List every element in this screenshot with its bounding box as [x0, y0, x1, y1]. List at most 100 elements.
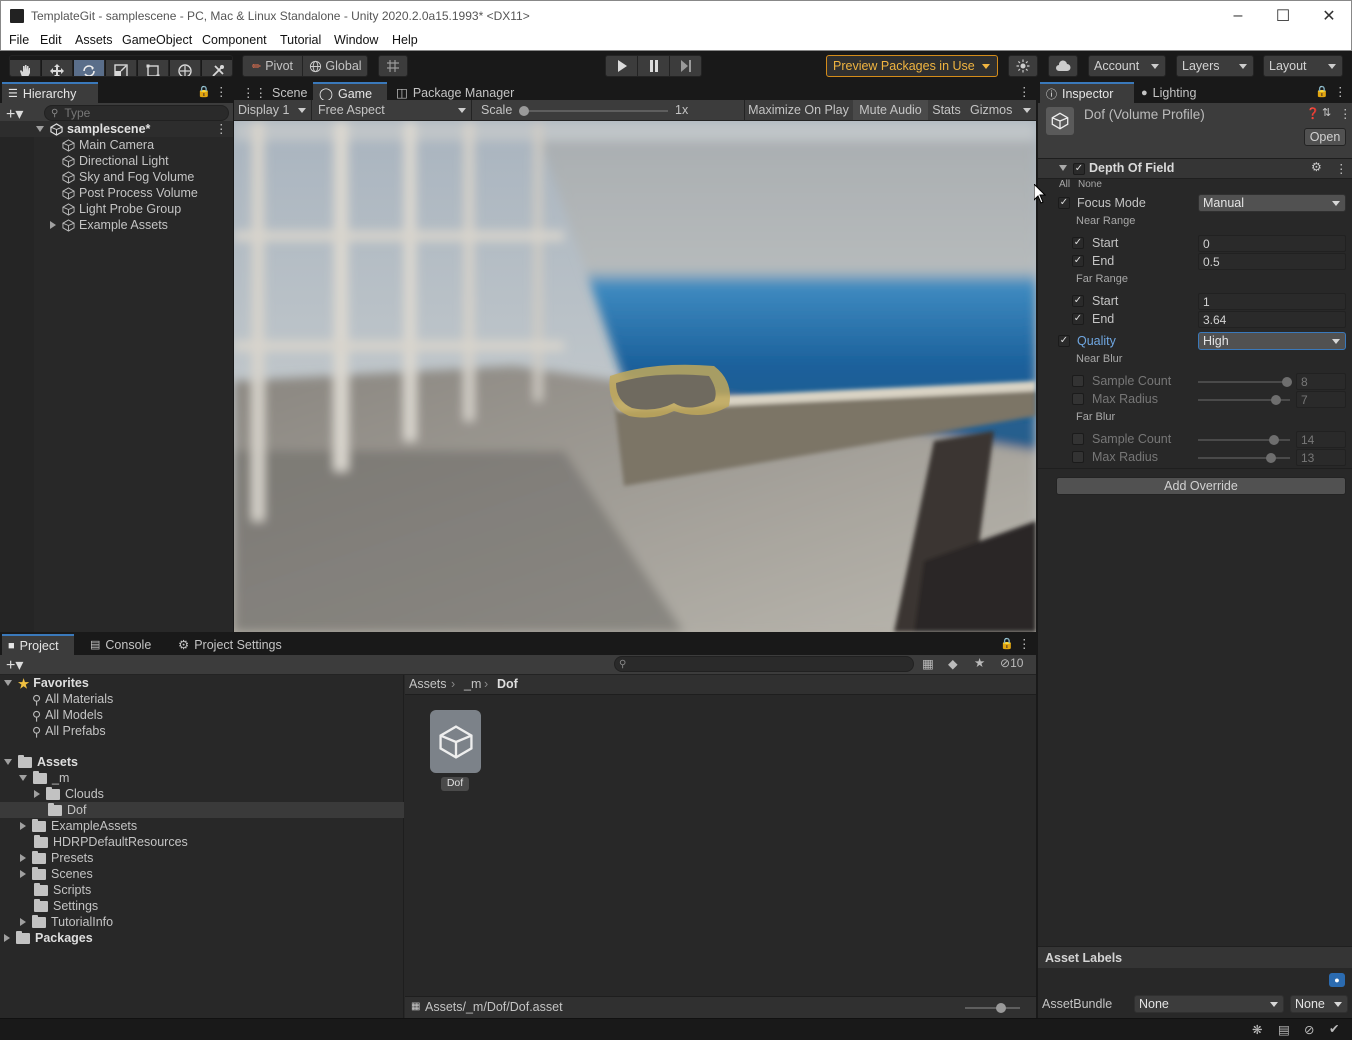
menu-component[interactable]: Component: [202, 33, 267, 47]
transform-tool-icon[interactable]: [170, 60, 201, 76]
assetbundle-variant-dropdown[interactable]: None: [1290, 995, 1348, 1013]
breadcrumb-m[interactable]: _m: [464, 677, 481, 691]
folder-row[interactable]: Presets: [0, 850, 93, 866]
favorite-item[interactable]: ⚲ All Materials: [0, 691, 113, 707]
near-start-field[interactable]: 0: [1198, 235, 1346, 252]
near-start-checkbox[interactable]: ✓: [1072, 237, 1084, 249]
step-icon[interactable]: [670, 56, 702, 76]
scale-slider-knob[interactable]: [519, 106, 529, 116]
favorites-row[interactable]: ★ Favorites: [0, 675, 89, 691]
scale-tool-icon[interactable]: [106, 60, 137, 76]
layout-dropdown[interactable]: Layout: [1263, 55, 1343, 77]
aspect-dropdown[interactable]: Free Aspect: [314, 100, 472, 120]
far-sample-count-field[interactable]: 14: [1296, 431, 1346, 448]
menu-assets[interactable]: Assets: [75, 33, 113, 47]
far-sample-count-slider[interactable]: [1198, 435, 1290, 445]
component-enabled-checkbox[interactable]: ✓: [1073, 163, 1085, 175]
hierarchy-item-directional-light[interactable]: Directional Light: [0, 153, 169, 169]
component-settings-icon[interactable]: ⚙: [1311, 160, 1322, 174]
folder-row-clouds[interactable]: Clouds: [0, 786, 104, 802]
hidden-packages-toggle[interactable]: ⊘10: [1000, 656, 1023, 670]
tab-project[interactable]: ■ Project: [2, 634, 74, 655]
lock-icon[interactable]: 🔒: [197, 85, 211, 98]
far-max-radius-field[interactable]: 13: [1296, 449, 1346, 466]
kebab-menu-icon[interactable]: ⋮: [215, 84, 228, 99]
rotate-tool-icon[interactable]: [74, 60, 105, 76]
services-button[interactable]: [1008, 55, 1038, 77]
project-search-input[interactable]: ⚲: [614, 656, 914, 672]
tab-lighting[interactable]: ● Lighting: [1135, 82, 1202, 103]
slider-knob[interactable]: [1266, 453, 1276, 463]
menu-edit[interactable]: Edit: [40, 33, 62, 47]
scale-slider[interactable]: [519, 106, 668, 116]
stats-toggle[interactable]: Stats: [929, 100, 964, 120]
hierarchy-item-sky-fog[interactable]: Sky and Fog Volume: [0, 169, 194, 185]
maximize-on-play-toggle[interactable]: Maximize On Play: [744, 100, 852, 120]
far-max-radius-checkbox[interactable]: [1072, 451, 1084, 463]
label-tag-icon[interactable]: ●: [1329, 973, 1345, 987]
move-tool-icon[interactable]: [42, 60, 73, 76]
menu-window[interactable]: Window: [334, 33, 378, 47]
close-icon[interactable]: ✕: [1306, 1, 1352, 31]
assets-root-row[interactable]: Assets: [0, 754, 78, 770]
pivot-button[interactable]: ✏ Pivot: [243, 56, 303, 76]
tab-project-settings[interactable]: ⚙ Project Settings: [172, 634, 288, 655]
help-icon[interactable]: ❓: [1306, 107, 1320, 120]
rect-tool-icon[interactable]: [138, 60, 169, 76]
hierarchy-search-input[interactable]: ⚲ Type: [44, 105, 229, 121]
maximize-icon[interactable]: ☐: [1260, 1, 1306, 31]
scene-row[interactable]: samplescene* ⋮: [0, 121, 233, 137]
kebab-menu-icon[interactable]: ⋮: [1018, 636, 1031, 651]
folder-row[interactable]: Settings: [0, 898, 98, 914]
breadcrumb-assets[interactable]: Assets: [409, 677, 447, 691]
far-max-radius-slider[interactable]: [1198, 453, 1290, 463]
presets-icon[interactable]: ⇅: [1322, 106, 1331, 119]
quality-dropdown[interactable]: High: [1198, 332, 1346, 350]
menu-file[interactable]: File: [9, 33, 29, 47]
near-max-radius-checkbox[interactable]: [1072, 393, 1084, 405]
focus-mode-override-checkbox[interactable]: ✓: [1058, 197, 1070, 209]
quality-override-checkbox[interactable]: ✓: [1058, 335, 1070, 347]
filter-label-icon[interactable]: ◆: [948, 656, 958, 671]
minimize-icon[interactable]: –: [1215, 1, 1261, 31]
header-menu-icon[interactable]: ⋮: [1339, 106, 1352, 121]
gizmos-dropdown[interactable]: Gizmos: [965, 100, 1036, 120]
near-max-radius-field[interactable]: 7: [1296, 391, 1346, 408]
slider-knob[interactable]: [1282, 377, 1292, 387]
tab-hierarchy[interactable]: ☰ Hierarchy: [2, 82, 98, 103]
menu-gameobject[interactable]: GameObject: [122, 33, 192, 47]
all-toggle[interactable]: All: [1059, 179, 1070, 190]
bug-icon[interactable]: ❋: [1252, 1022, 1262, 1037]
slider-knob[interactable]: [1271, 395, 1281, 405]
near-sample-count-slider[interactable]: [1198, 377, 1292, 387]
folder-row[interactable]: Scripts: [0, 882, 91, 898]
display-dropdown[interactable]: Display 1: [234, 100, 312, 120]
hierarchy-item-light-probe[interactable]: Light Probe Group: [0, 201, 181, 217]
hierarchy-item-main-camera[interactable]: Main Camera: [0, 137, 154, 153]
near-max-radius-slider[interactable]: [1198, 395, 1290, 405]
folder-row-dof[interactable]: Dof: [0, 802, 404, 818]
tab-inspector[interactable]: ⓘ Inspector: [1040, 82, 1134, 103]
add-override-button[interactable]: Add Override: [1056, 477, 1346, 495]
near-sample-count-field[interactable]: 8: [1296, 373, 1346, 390]
auto-generate-lighting-icon[interactable]: ⊘: [1304, 1022, 1314, 1037]
favorite-star-icon[interactable]: ★: [974, 655, 985, 670]
hierarchy-item-example-assets[interactable]: Example Assets: [0, 217, 168, 233]
component-menu-icon[interactable]: ⋮: [1335, 161, 1348, 176]
far-start-checkbox[interactable]: ✓: [1072, 295, 1084, 307]
kebab-menu-icon[interactable]: ⋮: [1018, 84, 1031, 99]
breadcrumb-dof[interactable]: Dof: [497, 677, 518, 691]
scene-menu-icon[interactable]: ⋮: [215, 121, 228, 136]
packages-root-row[interactable]: Packages: [0, 930, 93, 946]
kebab-menu-icon[interactable]: ⋮: [1334, 84, 1347, 99]
collapse-arrow-icon[interactable]: [1059, 165, 1067, 171]
layers-dropdown[interactable]: Layers: [1176, 55, 1254, 77]
folder-row[interactable]: TutorialInfo: [0, 914, 113, 930]
collab-button[interactable]: [1048, 55, 1078, 77]
folder-row[interactable]: Scenes: [0, 866, 93, 882]
add-asset-icon[interactable]: +▾: [6, 655, 23, 675]
folder-row[interactable]: ExampleAssets: [0, 818, 137, 834]
mute-audio-toggle[interactable]: Mute Audio: [853, 100, 928, 120]
menu-help[interactable]: Help: [392, 33, 418, 47]
filter-type-icon[interactable]: ▦: [922, 656, 934, 671]
